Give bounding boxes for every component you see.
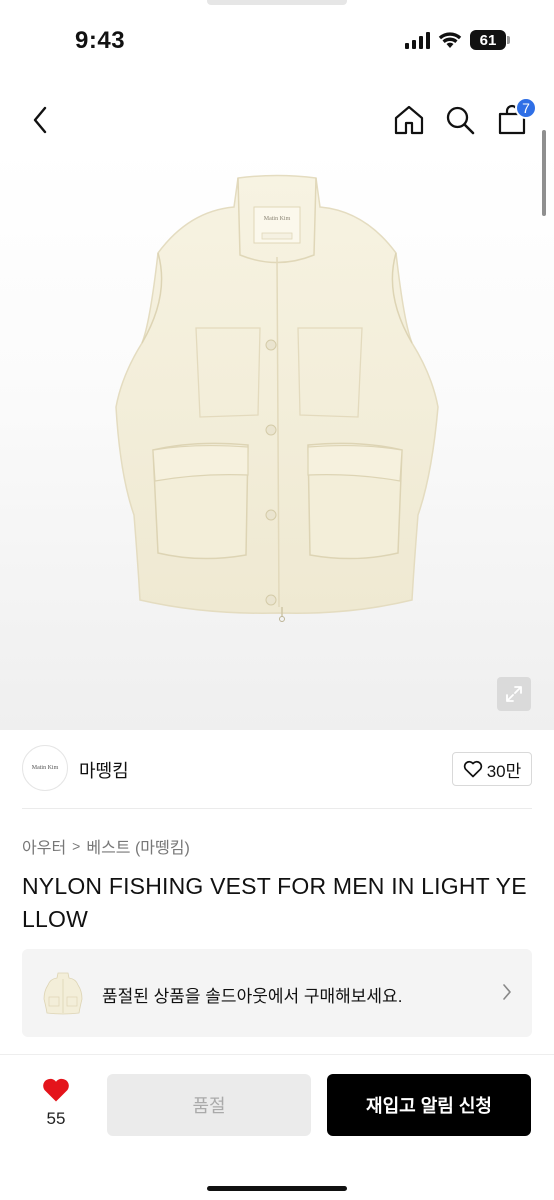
battery-level: 61 (479, 31, 497, 49)
search-button[interactable] (443, 103, 477, 137)
brand-like-button[interactable]: 30만 (452, 752, 532, 786)
expand-image-button[interactable] (497, 677, 531, 711)
home-icon (394, 105, 424, 135)
top-navigation: 7 (0, 95, 554, 145)
product-image[interactable]: Matin Kim (0, 145, 554, 730)
expand-icon (506, 686, 522, 702)
soldout-button[interactable]: 품절 (107, 1074, 311, 1136)
heart-filled-icon (43, 1078, 69, 1102)
soldout-banner[interactable]: 품절된 상품을 솔드아웃에서 구매해보세요. (22, 949, 532, 1037)
signal-icon (405, 31, 430, 49)
back-icon (33, 106, 47, 134)
restock-alert-button[interactable]: 재입고 알림 신청 (327, 1074, 531, 1136)
search-icon (446, 106, 475, 135)
battery-icon: 61 (470, 30, 510, 50)
product-title: NYLON FISHING VEST FOR MEN IN LIGHT YELL… (22, 873, 527, 932)
breadcrumb-separator: > (72, 838, 81, 854)
wifi-icon (438, 32, 462, 48)
vest-label-text: Matin Kim (264, 216, 291, 222)
brand-logo-text: Matin Kim (31, 765, 59, 771)
bottom-action-bar: 55 품절 재입고 알림 신청 (0, 1054, 554, 1200)
soldout-banner-text: 품절된 상품을 솔드아웃에서 구매해보세요. (102, 987, 403, 1006)
banner-product-thumbnail (43, 972, 83, 1015)
vest-illustration: Matin Kim (115, 174, 439, 622)
scrollbar[interactable] (542, 130, 546, 216)
brand-name[interactable]: 마뗑킴 (79, 757, 129, 783)
brand-like-count: 30만 (486, 761, 522, 781)
brand-logo[interactable]: Matin Kim (22, 745, 68, 791)
home-indicator (207, 1186, 347, 1191)
breadcrumb: 아우터 > 베스트 (마뗑킴) (22, 834, 190, 858)
divider (22, 808, 532, 809)
cart-button[interactable]: 7 (495, 97, 537, 137)
status-time: 9:43 (75, 27, 126, 54)
home-button[interactable] (392, 103, 426, 137)
wishlist-button[interactable]: 55 (30, 1077, 82, 1137)
status-bar: 9:43 61 (0, 0, 554, 80)
wishlist-count: 55 (46, 1109, 66, 1128)
chevron-right-icon (503, 984, 511, 1000)
heart-outline-icon (463, 760, 482, 778)
back-button[interactable] (24, 103, 56, 137)
status-icons: 61 (405, 30, 510, 50)
breadcrumb-subcategory[interactable]: 베스트 (마뗑킴) (86, 834, 189, 858)
brand-row: Matin Kim 마뗑킴 30만 (22, 745, 532, 793)
cart-count-badge: 7 (515, 97, 537, 119)
breadcrumb-category[interactable]: 아우터 (22, 834, 66, 858)
